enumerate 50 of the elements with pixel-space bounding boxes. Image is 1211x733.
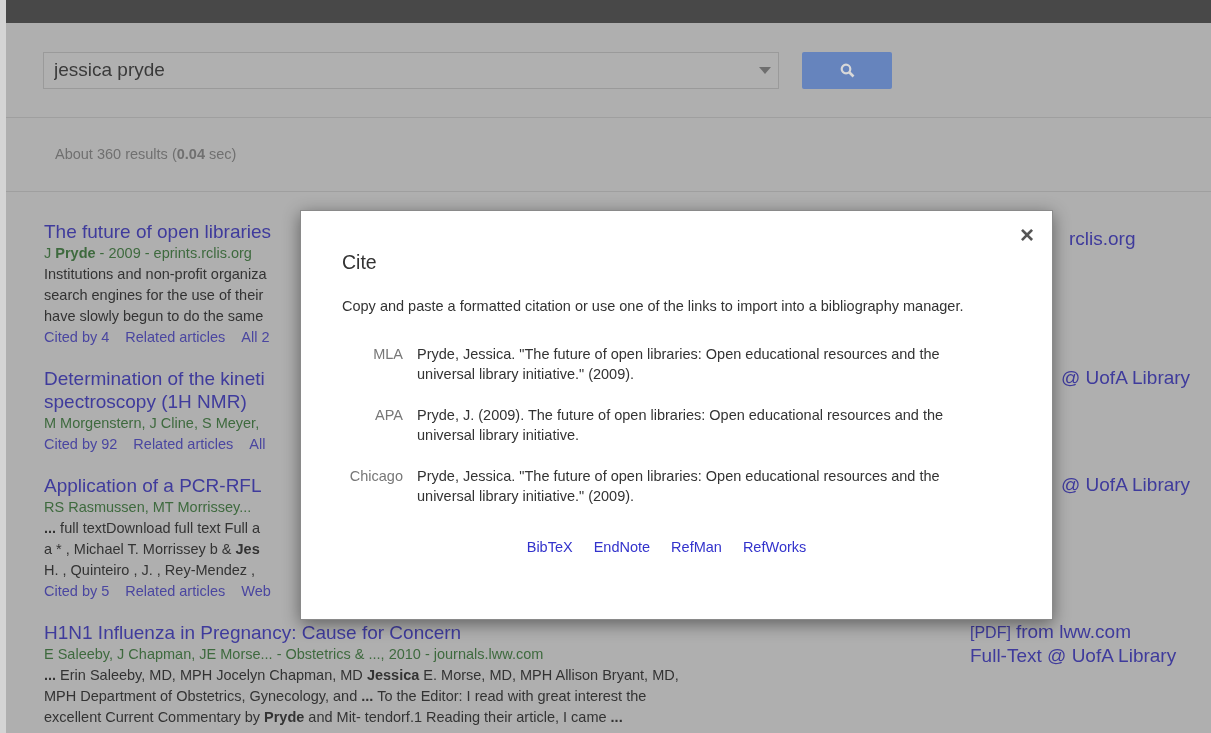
search-button[interactable] [802,51,892,89]
result-snippet: a * , Michael T. Morrissey b & Jes [44,540,260,559]
citation-text: Pryde, J. (2009). The future of open libraries: Open educational resources and the universal library initiative. [417,405,945,445]
results-summary: About 360 results (0.04 sec) [55,144,237,164]
search-field[interactable]: jessica pryde [43,51,779,89]
result-link[interactable]: Cited by 4 [44,327,110,348]
export-link[interactable]: RefWorks [742,536,807,557]
result-snippet: MPH Department of Obstetrics, Gynecology, and ... To the Editor: I read with great interest the [44,687,647,706]
export-link[interactable]: EndNote [593,536,651,557]
fulltext-link[interactable]: Full-Text @ UofA Library [970,643,1177,668]
result-snippet: excellent Current Commentary by Pryde and Mit- tendorf.1 Reading their article, I came ... [44,708,623,727]
search-icon [839,62,855,78]
fulltext-link[interactable]: @ UofA Library [1061,365,1191,390]
export-link[interactable]: BibTeX [526,536,573,557]
fulltext-link[interactable]: @ UofA Library [1061,472,1191,497]
export-link[interactable]: RefMan [671,536,722,557]
result-link[interactable]: Web [241,581,271,602]
result-authors: J Pryde - 2009 - eprints.rclis.org [44,244,252,263]
citation-style-label: APA [374,405,403,425]
dropdown-caret-icon [759,66,771,74]
result-link[interactable]: All 2 [241,327,270,348]
result-link[interactable]: Cited by 5 [44,581,110,602]
result-authors: E Saleeby, J Chapman, JE Morse... - Obstetrics & ..., 2010 - journals.lww.com [44,645,544,664]
fulltext-link[interactable]: [PDF] from lww.com [970,619,1131,645]
result-title-link[interactable]: Application of a PCR-RFL [44,474,262,497]
citation-style-label: MLA [372,344,403,364]
result-snippet: ... Erin Saleeby, MD, MPH Jocelyn Chapman, MD Jessica E. Morse, MD, MPH Allison Bryant, MD, [44,666,679,685]
citation-text: Pryde, Jessica. "The future of open libraries: Open educational resources and the universal library initiative." (2009). [417,466,941,506]
result-snippet: search engines for the use of their [44,286,264,305]
result-title-link[interactable]: Determination of the kineti [44,367,265,390]
result-link[interactable]: Related articles [125,581,226,602]
fulltext-link[interactable]: rclis.org [1069,226,1136,251]
result-authors: M Morgenstern, J Cline, S Meyer, [44,414,260,433]
result-link[interactable]: Cited by 92 [44,434,118,455]
result-snippet: H. , Quinteiro , J. , Rey-Mendez , [44,561,256,580]
close-button[interactable]: × [1020,223,1034,247]
result-authors: RS Rasmussen, MT Morrissey... [44,498,252,517]
result-title-link[interactable]: The future of open libraries [44,220,272,243]
result-link[interactable]: Related articles [133,434,234,455]
citation-text: Pryde, Jessica. "The future of open libraries: Open educational resources and the universal library initiative." (2009). [417,344,941,384]
result-title-link[interactable]: spectroscopy (1H NMR) [44,390,247,413]
result-link[interactable]: Related articles [125,327,226,348]
result-link[interactable]: All [249,434,266,455]
result-title-link[interactable]: H1N1 Influenza in Pregnancy: Cause for Concern [44,621,462,644]
result-snippet: have slowly begun to do the same [44,307,264,326]
dialog-title: Cite [342,250,378,274]
dialog-description: Copy and paste a formatted citation or use one of the links to import into a bibliography manager. [342,297,965,316]
result-snippet: Institutions and non-profit organiza [44,265,267,284]
citation-style-label: Chicago [348,466,403,486]
result-snippet: ... full textDownload full text Full a [44,519,260,538]
